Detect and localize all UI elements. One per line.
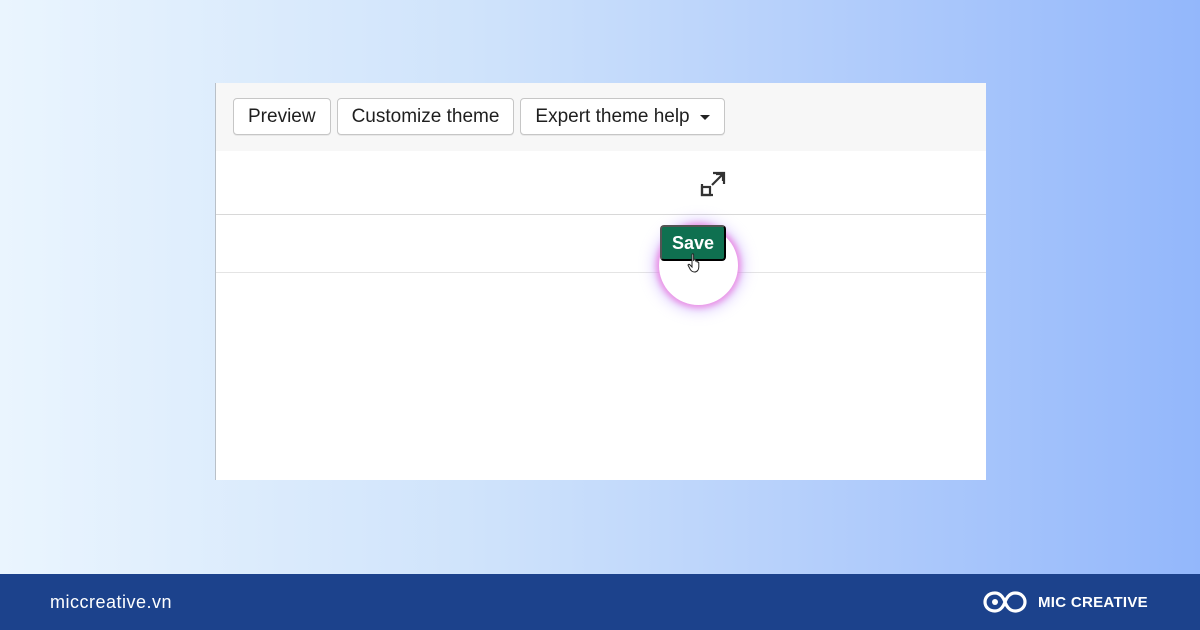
infinity-logo-icon (983, 591, 1027, 613)
site-url[interactable]: miccreative.vn (50, 592, 172, 613)
brand-name: MIC CREATIVE (1038, 593, 1148, 611)
preview-button-label: Preview (248, 105, 316, 127)
expand-icon[interactable] (699, 170, 727, 198)
footer-bar: miccreative.vn MIC CREATIVE (0, 574, 1200, 630)
chevron-down-icon (699, 115, 710, 120)
theme-toolbar: Preview Customize theme Expert theme hel… (216, 83, 986, 151)
content-row-top (216, 151, 986, 215)
content-row-save (216, 215, 986, 273)
expert-theme-help-label: Expert theme help (535, 105, 690, 127)
preview-button[interactable]: Preview (233, 98, 331, 135)
theme-editor-panel: Preview Customize theme Expert theme hel… (215, 83, 986, 480)
customize-theme-button[interactable]: Customize theme (336, 98, 515, 135)
expert-theme-help-dropdown[interactable]: Expert theme help (520, 98, 725, 135)
customize-theme-label: Customize theme (351, 105, 500, 127)
brand-logo: MIC CREATIVE (982, 589, 1148, 615)
save-button-label: Save (671, 232, 715, 253)
hand-pointer-icon (687, 253, 700, 273)
